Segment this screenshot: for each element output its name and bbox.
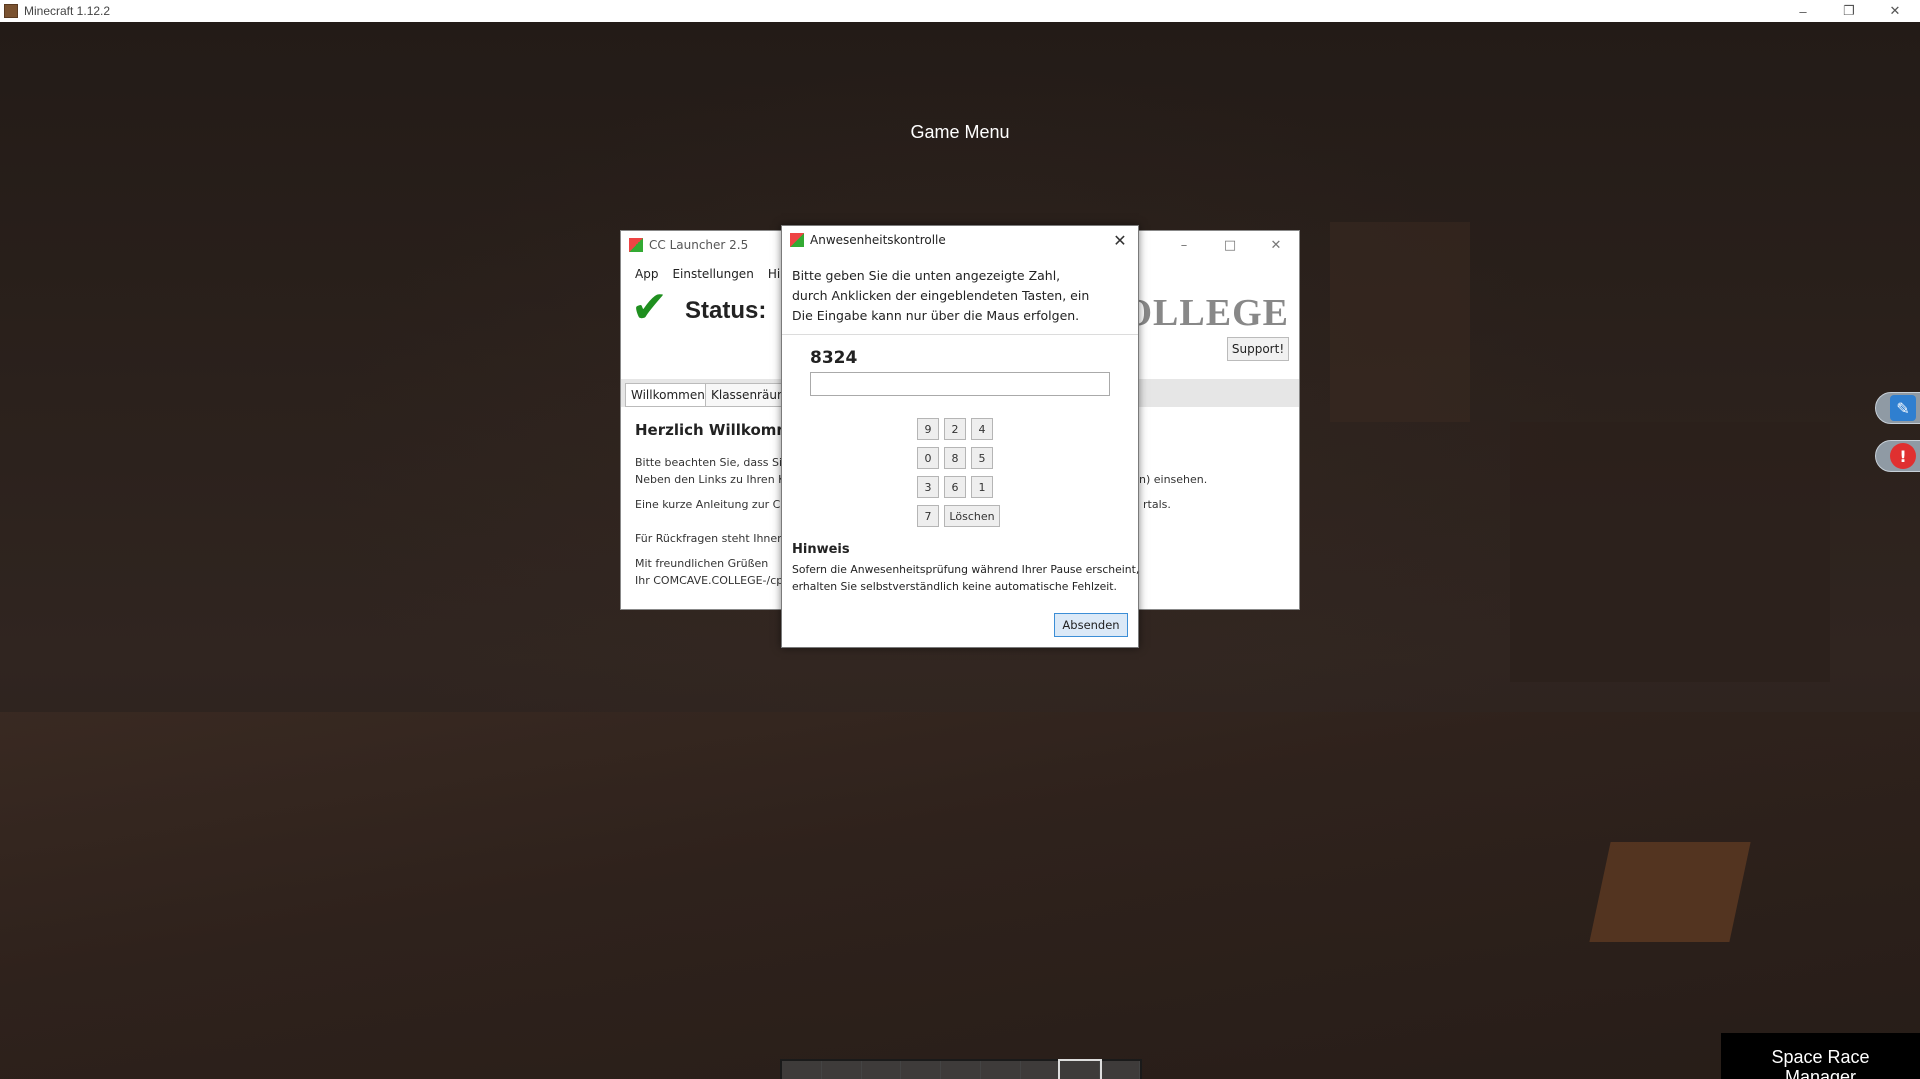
status-label: Status: [685,297,767,324]
game-block [1330,222,1470,422]
launcher-maximize-button[interactable]: □ [1207,231,1253,259]
minecraft-app-icon [4,4,18,18]
welcome-text-fragment: n) einsehen. [1139,473,1208,486]
divider [782,334,1138,335]
keypad-key-2[interactable]: 2 [944,418,966,440]
keypad-key-5[interactable]: 5 [971,447,993,469]
hotbar-slot[interactable]: 11 [1100,1061,1141,1079]
launcher-title: CC Launcher 2.5 [649,238,749,252]
hotbar-slot[interactable] [862,1061,902,1079]
launcher-menubar: App Einstellungen Hil [621,267,784,281]
welcome-heading: Herzlich Willkomm [635,421,793,439]
dialog-title: Anwesenheitskontrolle [810,233,946,247]
alert-icon: ! [1890,443,1916,469]
welcome-text: Neben den Links zu Ihren Kl [635,473,789,486]
launcher-app-icon [629,238,643,252]
space-race-line1: Space Race [1771,1047,1870,1067]
hotbar[interactable]: 5 11 [780,1059,1142,1079]
side-note-button[interactable]: ✎ [1875,392,1920,424]
welcome-text: Eine kurze Anleitung zur CC [635,498,789,511]
number-input[interactable] [810,372,1110,396]
tab-willkommen[interactable]: Willkommen [625,383,711,407]
keypad-key-6[interactable]: 6 [944,476,966,498]
welcome-text: Für Rückfragen steht Ihnen [635,532,785,545]
keypad-key-3[interactable]: 3 [917,476,939,498]
space-race-line2: Manager [1784,1067,1857,1079]
dialog-instructions: Bitte geben Sie die unten angezeigte Zah… [792,266,1089,326]
dialog-app-icon [790,233,804,247]
instruction-line: durch Anklicken der eingeblendeten Taste… [792,288,1090,303]
dialog-titlebar: Anwesenheitskontrolle [782,226,1138,254]
hotbar-slot[interactable] [981,1061,1021,1079]
support-button[interactable]: Support! [1227,337,1289,361]
minimize-button[interactable]: – [1780,0,1826,22]
game-block [1589,842,1751,942]
menu-einstellungen[interactable]: Einstellungen [672,267,753,281]
hotbar-slot-selected[interactable]: 5 [1058,1059,1103,1079]
window-title: Minecraft 1.12.2 [24,4,111,18]
keypad-delete-button[interactable]: Löschen [944,505,1000,527]
keypad-key-4[interactable]: 4 [971,418,993,440]
hotbar-slot[interactable] [941,1061,981,1079]
restore-button[interactable]: ❐ [1826,0,1872,22]
game-block [1510,422,1830,682]
welcome-text-fragment: rtals. [1143,498,1171,511]
target-number: 8324 [810,348,858,368]
welcome-text: Bitte beachten Sie, dass Sie [635,456,789,469]
launcher-minimize-button[interactable]: – [1161,231,1207,259]
space-race-manager-panel[interactable]: Space Race Manager [1721,1033,1920,1079]
welcome-text: Mit freundlichen Grüßen [635,557,769,570]
keypad-key-1[interactable]: 1 [971,476,993,498]
keypad-key-8[interactable]: 8 [944,447,966,469]
side-alert-button[interactable]: ! [1875,440,1920,472]
attendance-dialog[interactable]: Anwesenheitskontrolle ✕ Bitte geben Sie … [781,225,1139,648]
submit-button[interactable]: Absenden [1054,613,1128,637]
keypad-key-9[interactable]: 9 [917,418,939,440]
instruction-line: Die Eingabe kann nur über die Maus erfol… [792,308,1080,323]
hint-line: erhalten Sie selbstverständlich keine au… [792,580,1117,593]
hotbar-slot[interactable] [901,1061,942,1079]
keypad-key-0[interactable]: 0 [917,447,939,469]
hint-text: Sofern die Anwesenheitsprüfung während I… [792,561,1139,595]
close-icon[interactable]: ✕ [1108,228,1132,252]
keypad-key-7[interactable]: 7 [917,505,939,527]
welcome-text: Ihr COMCAVE.COLLEGE-/cp [635,574,784,587]
hint-heading: Hinweis [792,542,850,557]
close-button[interactable]: ✕ [1872,0,1918,22]
launcher-close-button[interactable]: ✕ [1253,231,1299,259]
menu-app[interactable]: App [635,267,658,281]
hotbar-slot[interactable] [782,1061,822,1079]
hint-line: Sofern die Anwesenheitsprüfung während I… [792,563,1140,576]
edit-note-icon: ✎ [1890,395,1916,421]
game-menu-title: Game Menu [910,122,1010,142]
minecraft-titlebar: Minecraft 1.12.2 – ❐ ✕ [0,0,1920,22]
hotbar-slot[interactable] [822,1061,862,1079]
hotbar-slot[interactable] [1021,1061,1061,1079]
status-check-icon: ✔ [631,282,668,333]
instruction-line: Bitte geben Sie die unten angezeigte Zah… [792,268,1061,283]
